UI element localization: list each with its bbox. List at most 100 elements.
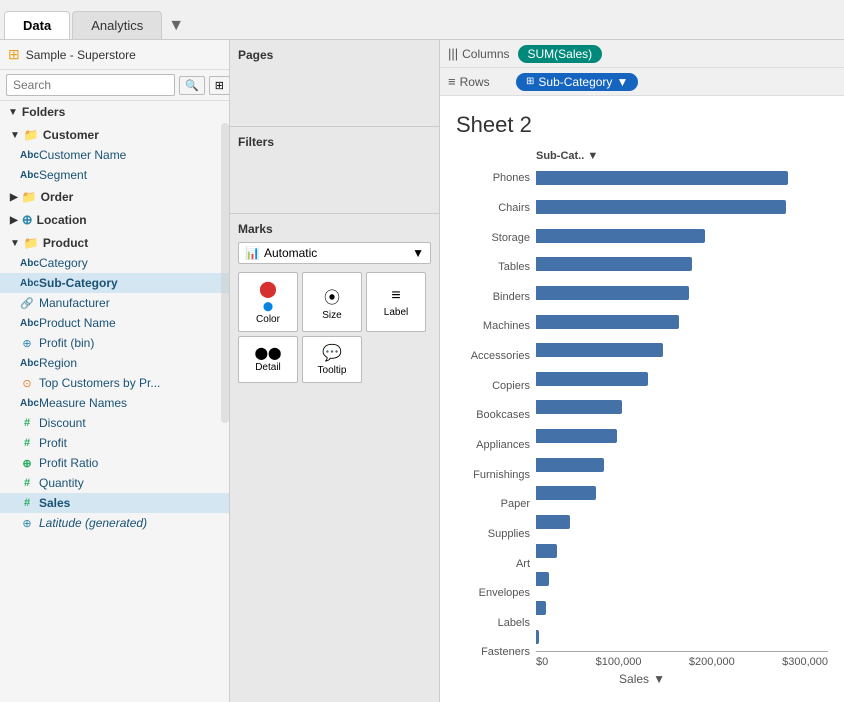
filters-drop-area[interactable] (238, 155, 431, 205)
bar-label: Copiers (492, 380, 530, 393)
field-label: Category (39, 256, 88, 270)
bar-row[interactable] (536, 484, 828, 502)
bar (536, 229, 705, 243)
datasource-row[interactable]: ⊞ Sample - Superstore (0, 40, 229, 70)
location-geo-icon: ⊕ (22, 212, 33, 228)
datasource-icon: ⊞ (8, 46, 20, 63)
field-measure-names[interactable]: Abc Measure Names (0, 393, 229, 413)
sub-cat-label[interactable]: Sub-Cat.. ▼ (536, 150, 598, 162)
marks-detail-button[interactable]: ⬤⬤ Detail (238, 336, 298, 383)
bar (536, 515, 570, 529)
bar-label: Fasteners (481, 646, 530, 659)
bar-label: Paper (501, 498, 530, 511)
bar-row[interactable] (536, 255, 828, 273)
x-axis-label: Sales (619, 672, 649, 686)
bar-row[interactable] (536, 227, 828, 245)
field-profit[interactable]: # Profit (0, 433, 229, 453)
field-label: Profit Ratio (39, 456, 98, 470)
marks-label-label: Label (384, 307, 408, 318)
bar (536, 343, 663, 357)
bar-row[interactable] (536, 398, 828, 416)
x-axis-tick: $0 (536, 656, 548, 668)
field-region[interactable]: Abc Region (0, 353, 229, 373)
field-customer-name[interactable]: Abc Customer Name (0, 145, 229, 165)
product-arrow: ▼ (10, 238, 20, 249)
bar-row[interactable] (536, 570, 828, 588)
bar-row[interactable] (536, 513, 828, 531)
bar-row[interactable] (536, 456, 828, 474)
product-label: Product (43, 236, 88, 250)
marks-color-label: Color (256, 314, 280, 325)
columns-icon: ||| (448, 46, 458, 61)
bar-label: Phones (493, 172, 530, 185)
field-label: Region (39, 356, 77, 370)
bar-row[interactable] (536, 284, 828, 302)
search-button[interactable]: 🔍 (179, 76, 205, 95)
field-sales[interactable]: # Sales (0, 493, 229, 513)
columns-shelf: ||| Columns SUM(Sales) (440, 40, 844, 68)
folders-header[interactable]: ▼ Folders (0, 101, 229, 123)
marks-detail-label: Detail (255, 362, 281, 373)
bar-row[interactable] (536, 341, 828, 359)
bar-row[interactable] (536, 198, 828, 216)
field-sub-category[interactable]: Abc Sub-Category (0, 273, 229, 293)
field-segment[interactable]: Abc Segment (0, 165, 229, 185)
group-customer[interactable]: ▼ 📁 Customer (0, 123, 229, 145)
bar-label: Supplies (488, 528, 530, 541)
rows-pill-icon: ⊞ (526, 76, 534, 87)
marks-size-button[interactable]: ⦿ Size (302, 272, 362, 332)
marks-dropdown-label: Automatic (264, 246, 317, 260)
group-product[interactable]: ▼ 📁 Product (0, 231, 229, 253)
columns-pill[interactable]: SUM(Sales) (518, 45, 603, 63)
group-location[interactable]: ▶ ⊕ Location (0, 207, 229, 231)
bar-row[interactable] (536, 427, 828, 445)
tab-analytics[interactable]: Analytics (72, 11, 162, 39)
rows-pill[interactable]: ⊞ Sub-Category ▼ (516, 73, 638, 91)
field-manufacturer[interactable]: 🔗 Manufacturer (0, 293, 229, 313)
abc-icon: Abc (20, 358, 34, 369)
x-axis-sort-icon[interactable]: ▼ (653, 672, 665, 686)
bar-row[interactable] (536, 628, 828, 646)
pages-drop-area[interactable] (238, 68, 431, 118)
order-label: Order (41, 190, 74, 204)
tab-dropdown-arrow[interactable]: ▼ (168, 17, 184, 39)
hash-icon: # (20, 497, 34, 509)
field-product-name[interactable]: Abc Product Name (0, 313, 229, 333)
field-top-customers[interactable]: ⊙ Top Customers by Pr... (0, 373, 229, 393)
calc-hash-icon: ⊕ (20, 457, 34, 470)
marks-color-button[interactable]: ⬤⬤ Color (238, 272, 298, 332)
field-label: Profit (39, 436, 67, 450)
pages-section: Pages (230, 40, 439, 127)
field-profit-bin[interactable]: ⊕ Profit (bin) (0, 333, 229, 353)
tab-data[interactable]: Data (4, 11, 70, 39)
bar-row[interactable] (536, 599, 828, 617)
search-input[interactable] (6, 74, 175, 96)
bar-row[interactable] (536, 169, 828, 187)
view-toggle-button[interactable]: ⊞ (209, 76, 230, 95)
bar-row[interactable] (536, 370, 828, 388)
field-latitude[interactable]: ⊕ Latitude (generated) (0, 513, 229, 533)
top-tab-bar: Data Analytics ▼ (0, 0, 844, 40)
marks-type-dropdown[interactable]: 📊 Automatic ▼ (238, 242, 431, 264)
bar-label: Art (516, 558, 530, 571)
chart-content: PhonesChairsStorageTablesBindersMachines… (456, 164, 828, 668)
field-category[interactable]: Abc Category (0, 253, 229, 273)
marks-label-button[interactable]: ≡ Label (366, 272, 426, 332)
bar-row[interactable] (536, 542, 828, 560)
field-quantity[interactable]: # Quantity (0, 473, 229, 493)
group-order[interactable]: ▶ 📁 Order (0, 185, 229, 207)
field-profit-ratio[interactable]: ⊕ Profit Ratio (0, 453, 229, 473)
bar (536, 372, 648, 386)
marks-tooltip-button[interactable]: 💬 Tooltip (302, 336, 362, 383)
bar-row[interactable] (536, 313, 828, 331)
middle-panel: Pages Filters Marks 📊 Automatic ▼ ⬤⬤ (230, 40, 440, 702)
bar-label: Labels (498, 617, 530, 630)
marks-title: Marks (238, 222, 431, 236)
label-icon: ≡ (391, 287, 400, 305)
rows-icon: ≡ (448, 74, 456, 89)
bar-label: Accessories (471, 350, 530, 363)
customer-folder-icon: 📁 (24, 128, 39, 142)
field-discount[interactable]: # Discount (0, 413, 229, 433)
rows-label: ≡ Rows (448, 74, 508, 89)
bar-label: Chairs (498, 202, 530, 215)
